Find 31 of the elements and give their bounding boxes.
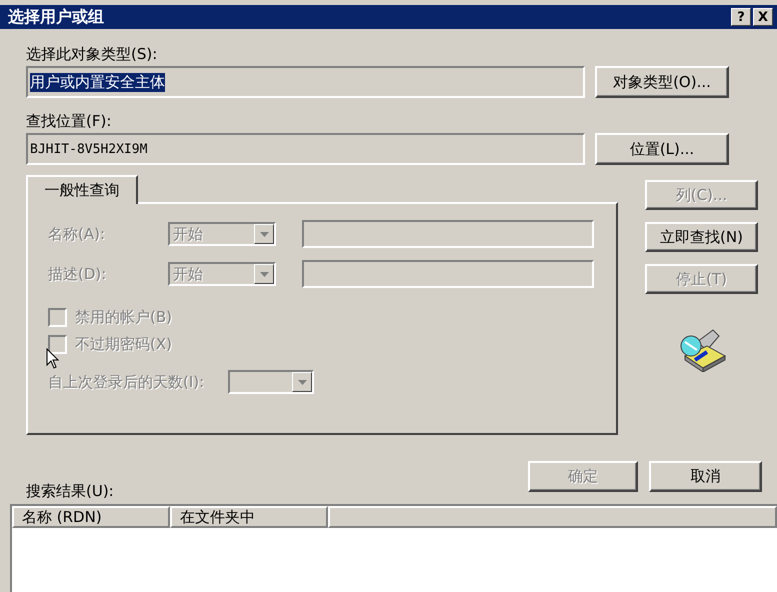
text-field[interactable] — [302, 220, 594, 248]
field-label: 查找位置(F): — [26, 112, 112, 131]
window-title: 选择用户或组 — [8, 6, 104, 28]
mouse-cursor-icon — [46, 348, 60, 370]
text-field[interactable]: BJHIT-8V5H2XI9M — [26, 133, 585, 165]
results-label: 搜索结果(U): — [26, 482, 115, 501]
field-label: 选择此对象类型(S): — [26, 45, 158, 64]
cancel-button[interactable]: 取消 — [649, 461, 762, 492]
field-label: 描述(D): — [48, 264, 108, 284]
browse-button[interactable]: 位置(L)... — [595, 133, 729, 165]
dropdown-arrow-icon — [260, 272, 268, 276]
dropdown-value: 开始 — [172, 224, 203, 244]
column-header[interactable]: 在文件夹中 — [170, 506, 328, 528]
close-button[interactable]: X — [753, 8, 773, 26]
column-header[interactable]: 名称 (RDN) — [12, 506, 170, 528]
checkbox-label: 不过期密码(X) — [75, 335, 172, 354]
dropdown-value: 开始 — [172, 264, 203, 284]
text-field[interactable] — [302, 260, 594, 288]
tab[interactable]: 一般性查询 — [26, 175, 138, 204]
field-value: BJHIT-8V5H2XI9M — [30, 142, 148, 156]
dropdown-arrow-icon — [260, 232, 268, 236]
dropdown[interactable] — [228, 370, 314, 394]
checkbox-label: 禁用的帐户(B) — [75, 308, 172, 327]
dropdown-arrow-icon — [298, 380, 307, 384]
browse-button[interactable]: 对象类型(O)... — [595, 66, 729, 98]
field-label: 名称(A): — [48, 224, 106, 244]
field-label: 自上次登录后的天数(I): — [48, 372, 204, 392]
help-button[interactable]: ? — [731, 8, 751, 26]
action-button[interactable]: 立即查找(N) — [645, 222, 758, 252]
field-value: 用户或内置安全主体 — [30, 72, 165, 92]
text-field[interactable]: 用户或内置安全主体 — [26, 66, 585, 98]
